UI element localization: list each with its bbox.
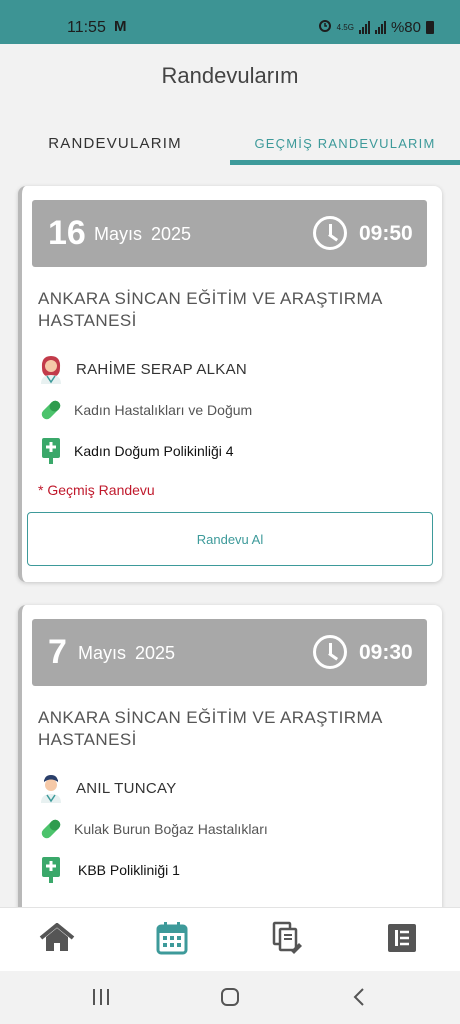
appointment-month: Mayıs [78,643,127,663]
appointment-year: 2025 [151,224,192,244]
clinic-row: KBB Polikliniği 1 [36,855,180,885]
doctor-row: RAHİME SERAP ALKAN [36,354,247,384]
appointment-time: 09:50 [359,222,413,245]
alarm-icon [318,18,332,36]
list-icon [387,923,417,958]
status-right: 4.5G %80 [318,18,434,36]
status-time: 11:55 [67,19,106,36]
doctor-row: ANIL TUNCAY [36,773,177,803]
page-title: Randevularım [161,63,299,88]
signal-icon [358,20,370,34]
appointment-card[interactable]: 16 Mayıs 2025 09:50 ANKARA SİNCAN EĞİTİM… [18,186,442,582]
nav-appointments[interactable] [154,921,190,960]
signal-icon-2 [374,20,386,34]
appointment-time: 09:30 [359,641,413,664]
clinic-name: Kadın Doğum Polikinliği 4 [74,443,234,459]
clinic-row: Kadın Doğum Polikinliği 4 [36,436,234,466]
appointment-card[interactable]: 7 Mayıs 2025 09:30 ANKARA SİNCAN EĞİTİM … [18,605,442,925]
male-doctor-icon [36,773,66,803]
clinic-icon [36,436,66,466]
mail-icon: M [114,18,127,35]
nav-home[interactable] [39,921,75,958]
doctor-name: RAHİME SERAP ALKAN [76,360,248,378]
battery-icon [426,20,434,34]
hospital-name: ANKARA SİNCAN EĞİTİM VE ARAŞTIRMA HASTAN… [38,708,382,749]
calendar-icon [156,921,188,960]
appointment-day: 16 [48,214,86,252]
department-name: Kulak Burun Boğaz Hastalıkları [74,821,268,837]
date-box: 7 Mayıs 2025 09:30 [32,619,427,686]
nav-documents[interactable] [269,921,305,960]
recents-icon[interactable] [89,985,113,1009]
book-appointment-button[interactable]: Randevu Al [27,512,433,566]
department-row: Kulak Burun Boğaz Hastalıkları [36,814,268,844]
status-bar: 11:55 M 4.5G %80 [0,0,460,44]
pill-icon [36,814,66,844]
home-icon [39,921,75,958]
clock-icon [313,635,347,669]
back-icon[interactable] [347,985,371,1009]
tab-randevularim[interactable]: RANDEVULARIM [0,120,230,166]
past-appointment-note: * Geçmiş Randevu [38,482,155,498]
date-box: 16 Mayıs 2025 09:50 [32,200,427,267]
doctor-name: ANIL TUNCAY [76,779,177,797]
female-doctor-icon [36,354,66,384]
active-tab-indicator [230,160,460,165]
hospital-name: ANKARA SİNCAN EĞİTİM VE ARAŞTIRMA HASTAN… [38,289,382,330]
pill-icon [36,395,66,425]
documents-icon [271,921,303,960]
appointment-month: Mayıs [94,224,143,244]
bottom-nav [0,907,460,971]
department-row: Kadın Hastalıkları ve Doğum [36,395,252,425]
network-type: 4.5G [336,22,354,32]
nav-menu[interactable] [384,922,420,958]
appointment-day: 7 [48,633,67,671]
clinic-name: KBB Polikliniği 1 [78,862,180,878]
system-nav-bar [0,971,460,1024]
battery-text: %80 [390,18,421,36]
clock-icon [313,216,347,250]
clinic-icon [36,855,66,885]
department-name: Kadın Hastalıkları ve Doğum [74,402,253,418]
appointment-year: 2025 [135,643,176,663]
home-button-icon[interactable] [218,985,242,1009]
